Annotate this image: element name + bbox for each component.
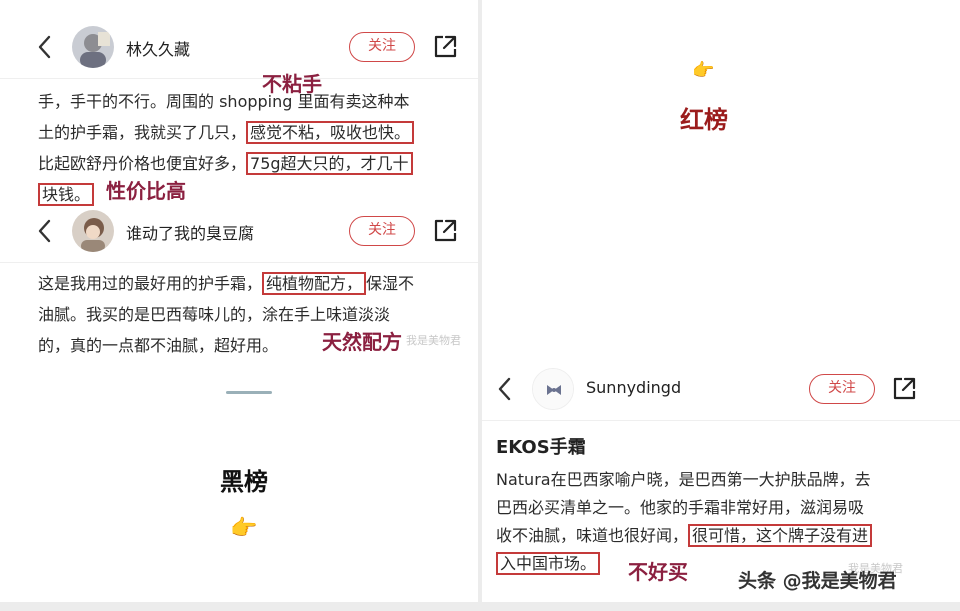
pointing-hand-icon: 👉 (692, 60, 715, 81)
follow-button[interactable]: 关注 (809, 374, 875, 404)
post2-header: 谁动了我的臭豆腐 关注 (0, 206, 478, 256)
tab-indicator (226, 391, 272, 394)
watermark: 我是美物君 (406, 334, 461, 347)
footer-watermark: 头条 @我是美物君 (738, 570, 897, 592)
highlight-box: 块钱。 (38, 183, 95, 206)
text-segment: 收不油腻，味道也很好闻， (496, 526, 689, 545)
text-line: 土的护手霜，我就买了几只， 感觉不粘，吸收也快。 (38, 117, 415, 148)
pointing-hand-icon: 👉 (230, 516, 258, 541)
text-line: 手，手干的不行。周围的 shopping 里面有卖这种本 (38, 86, 414, 117)
post1-text: 手，手干的不行。周围的 shopping 里面有卖这种本 土的护手霜，我就买了几… (38, 86, 415, 210)
text-segment: 手，手干的不行。周围的 shopping 里面有卖这种本 (38, 92, 410, 111)
post1-header: 林久久藏 关注 (0, 22, 478, 72)
text-line: 比起欧舒丹价格也便宜好多， 75g超大只的，才几十 (38, 148, 414, 179)
text-segment: 保湿不 (366, 274, 415, 293)
text-segment: 这是我用过的最好用的护手霜， (38, 274, 263, 293)
annotation-natural: 天然配方 (322, 330, 402, 354)
text-line: 巴西必买清单之一。他家的手霜非常好用，滋润易吸 (496, 494, 872, 522)
text-line: Natura在巴西家喻户晓，是巴西第一大护肤品牌，去 (496, 466, 872, 494)
back-icon[interactable] (36, 34, 56, 60)
avatar[interactable] (72, 210, 114, 252)
text-line: 这是我用过的最好用的护手霜， 纯植物配方， 保湿不 (38, 268, 414, 299)
avatar[interactable] (72, 26, 114, 68)
annotation-value: 性价比高 (106, 179, 186, 203)
product-title: EKOS手霜 (496, 437, 586, 458)
divider (0, 262, 478, 263)
annotation-hard-to-buy: 不好买 (628, 560, 688, 584)
share-icon[interactable] (891, 376, 917, 402)
screenshot-collage: 林久久藏 关注 不粘手 手，手干的不行。周围的 shopping 里面有卖这种本… (0, 0, 960, 611)
text-segment: 油腻。我买的是巴西莓味儿的，涂在手上味道淡淡 (38, 305, 391, 324)
post3-header: Sunnydingd 关注 (482, 364, 960, 414)
divider (482, 420, 960, 421)
highlight-box: 75g超大只的，才几十 (246, 152, 413, 175)
black-list-label: 黑榜 (220, 468, 268, 496)
highlight-box: 感觉不粘，吸收也快。 (246, 121, 415, 144)
text-segment: 比起欧舒丹价格也便宜好多， (38, 154, 247, 173)
highlight-box: 很可惜，这个牌子没有进 (688, 524, 873, 547)
text-segment: Natura在巴西家喻户晓，是巴西第一大护肤品牌，去 (496, 470, 871, 489)
share-icon[interactable] (432, 218, 458, 244)
username[interactable]: 林久久藏 (126, 36, 190, 60)
text-segment: 土的护手霜，我就买了几只， (38, 123, 247, 142)
username[interactable]: 谁动了我的臭豆腐 (126, 220, 254, 244)
username[interactable]: Sunnydingd (586, 378, 681, 397)
text-segment: 的，真的一点都不油腻，超好用。 (38, 336, 279, 355)
highlight-box: 入中国市场。 (496, 552, 601, 575)
left-panel: 林久久藏 关注 不粘手 手，手干的不行。周围的 shopping 里面有卖这种本… (0, 0, 478, 602)
back-icon[interactable] (496, 376, 516, 402)
share-icon[interactable] (432, 34, 458, 60)
divider (0, 78, 478, 79)
back-icon[interactable] (36, 218, 56, 244)
follow-button[interactable]: 关注 (349, 32, 415, 62)
highlight-box: 纯植物配方， (262, 272, 367, 295)
text-line: 收不油腻，味道也很好闻， 很可惜，这个牌子没有进 (496, 522, 873, 550)
avatar[interactable] (532, 368, 574, 410)
text-segment: 巴西必买清单之一。他家的手霜非常好用，滋润易吸 (496, 498, 865, 517)
red-list-label: 红榜 (680, 106, 728, 134)
follow-button[interactable]: 关注 (349, 216, 415, 246)
